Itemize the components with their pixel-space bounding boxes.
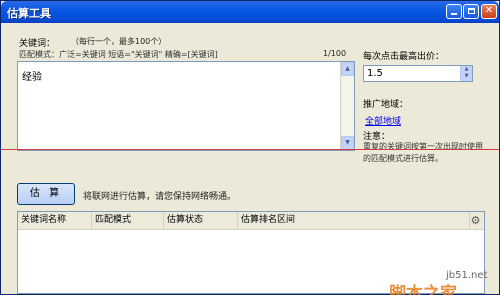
keyword-count: 1/100	[323, 49, 347, 58]
watermark-logo: 脚本之家	[389, 284, 457, 295]
divider-line	[1, 149, 499, 150]
window-title: 估算工具	[7, 7, 51, 20]
main-content: 关键词： （每行一个，最多100个） 匹配模式：广泛=关键词 短语="关键词" …	[1, 23, 499, 295]
close-button[interactable]: ✕	[481, 4, 497, 19]
close-icon: ✕	[484, 5, 494, 16]
max-bid-value: 1.5	[367, 68, 383, 79]
estimate-button[interactable]: 估 算	[17, 183, 75, 205]
region-label: 推广地域：	[363, 100, 409, 110]
max-bid-input[interactable]: 1.5 ▲ ▼	[363, 65, 473, 82]
keywords-hint: （每行一个，最多100个）	[71, 37, 167, 46]
column-keyword-name[interactable]: 关键词名称	[18, 212, 92, 230]
estimate-tool-window: 估算工具 ✕ 关键词： （每行一个，最多100个） 匹配模式：广泛=关键词 短语…	[0, 0, 500, 295]
column-rank-range[interactable]: 估算排名区间	[238, 212, 470, 230]
maximize-icon	[467, 8, 475, 14]
gear-icon[interactable]: ⚙	[469, 214, 482, 227]
keyword-entry: 经验	[22, 72, 42, 83]
minimize-button[interactable]	[446, 4, 462, 19]
max-bid-label: 每次点击最高出价：	[363, 52, 445, 62]
bid-spinner[interactable]: ▲ ▼	[460, 66, 472, 81]
minimize-icon	[451, 13, 457, 15]
region-link[interactable]: 全部地域	[365, 114, 401, 127]
column-match-mode[interactable]: 匹配模式	[92, 212, 164, 230]
table-header: 关键词名称 匹配模式 估算状态 估算排名区间 ⚙	[18, 212, 484, 230]
title-bar[interactable]: 估算工具 ✕	[1, 1, 499, 23]
column-estimate-status[interactable]: 估算状态	[164, 212, 238, 230]
keywords-scrollbar[interactable]: ▲ ▼	[340, 62, 354, 150]
scroll-up-icon[interactable]: ▲	[341, 62, 354, 76]
match-mode-text: 匹配模式：广泛=关键词 短语="关键词" 精确=[关键词]	[19, 50, 218, 59]
maximize-button[interactable]	[463, 4, 479, 19]
note-text: 重复的关键词按第一次出现时使用的匹配模式进行估算。	[363, 142, 483, 163]
spin-down-icon[interactable]: ▼	[461, 73, 472, 80]
keywords-label: 关键词：	[19, 39, 56, 49]
spin-up-icon[interactable]: ▲	[461, 66, 472, 73]
estimate-hint: 将联网进行估算，请您保持网络畅通。	[83, 192, 237, 202]
keywords-textarea[interactable]: 经验 ▲ ▼	[17, 61, 355, 151]
scroll-down-icon[interactable]: ▼	[341, 136, 354, 150]
